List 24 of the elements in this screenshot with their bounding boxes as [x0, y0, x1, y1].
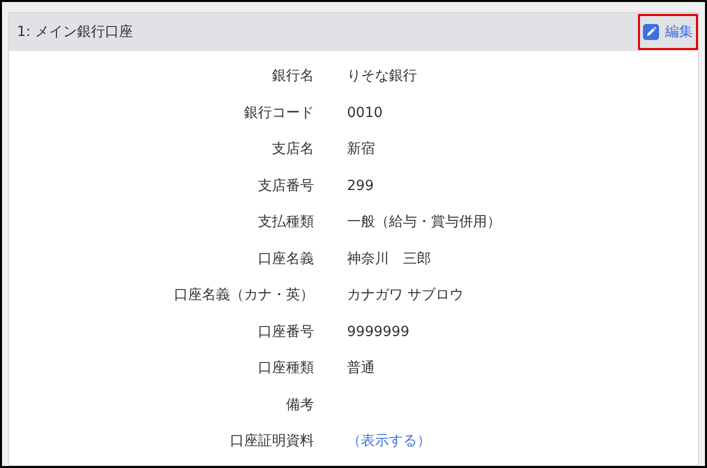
field-value: 一般（給与・賞与併用）	[347, 213, 501, 232]
field-label: 支店名	[271, 140, 315, 158]
field-value: 普通	[347, 359, 375, 378]
field-label: 支払種類	[257, 213, 315, 232]
field-value: 新宿	[347, 140, 375, 158]
field-value: 神奈川 三郎	[347, 250, 431, 268]
panel-title: 1: メイン銀行口座	[17, 23, 134, 41]
field-label: 口座証明資料	[229, 432, 315, 450]
pencil-icon	[643, 24, 659, 40]
field-label: 銀行コード	[243, 104, 315, 122]
field-value: 0010	[347, 104, 383, 121]
field-value: 299	[347, 178, 374, 194]
field-label: 備考	[285, 396, 315, 414]
field-label: 口座種類	[257, 359, 315, 378]
view-link[interactable]: （表示する）	[347, 432, 431, 450]
field-value: カナガワ サブロウ	[347, 286, 464, 304]
field-label: 銀行名	[271, 67, 315, 86]
field-label: 口座名義（カナ・英）	[173, 286, 315, 304]
field-value: りそな銀行	[347, 67, 417, 86]
field-label: 口座名義	[257, 250, 315, 268]
field-label: 支店番号	[257, 176, 315, 195]
field-value: 9999999	[347, 324, 410, 340]
edit-button[interactable]: 編集	[638, 14, 698, 50]
field-label: 口座番号	[257, 322, 315, 341]
